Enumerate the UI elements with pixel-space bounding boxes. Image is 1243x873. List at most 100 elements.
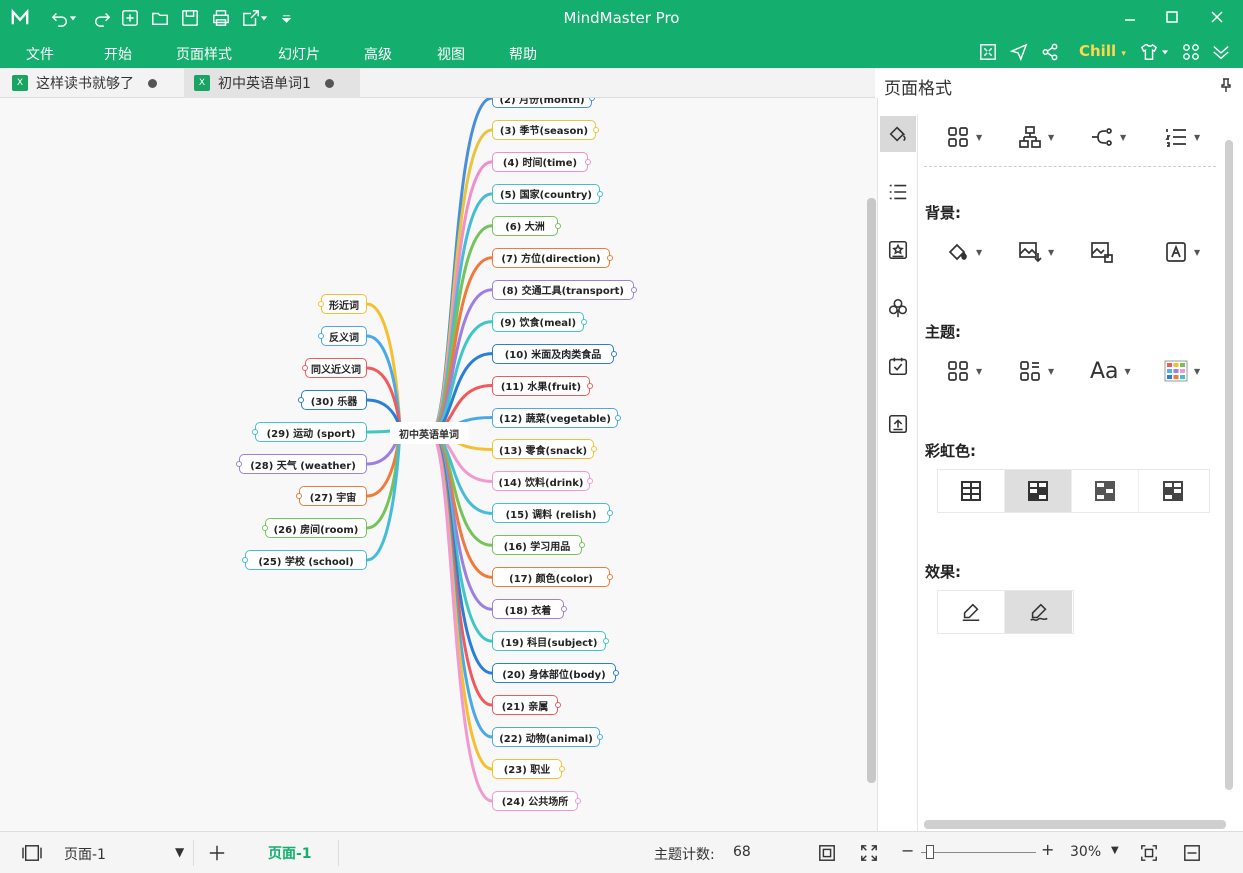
- collapse-knob-icon[interactable]: [587, 382, 593, 389]
- customize-toolbar-icon[interactable]: [280, 8, 292, 28]
- rainbow-option-2[interactable]: [1005, 470, 1072, 512]
- collapse-knob-icon[interactable]: [581, 318, 587, 325]
- zoom-slider[interactable]: [921, 852, 1036, 853]
- theme-clover-icon[interactable]: [880, 290, 916, 326]
- topic-node[interactable]: (29) 运动 (sport): [252, 422, 367, 442]
- maximize-button[interactable]: [1160, 6, 1184, 28]
- collapse-knob-icon[interactable]: [607, 254, 613, 261]
- topic-node[interactable]: 形近词: [318, 294, 367, 314]
- rainbow-option-1[interactable]: [938, 470, 1005, 512]
- mindmap-canvas[interactable]: (2) 月份(month) (3) 季节(season) (4) 时间(time) (…: [0, 98, 878, 831]
- numbering-button[interactable]: ▼: [1164, 122, 1208, 152]
- page-select[interactable]: 页面-1: [64, 844, 106, 864]
- export-upload-icon[interactable]: [880, 406, 916, 442]
- collapse-knob-icon[interactable]: [555, 702, 561, 709]
- menu-help[interactable]: 帮助: [509, 44, 537, 64]
- theme-layout-button[interactable]: ▼: [946, 356, 990, 386]
- collapse-knob-icon[interactable]: [252, 429, 258, 435]
- topic-node[interactable]: (2) 月份(month): [492, 98, 595, 108]
- close-button[interactable]: [1205, 6, 1229, 28]
- send-icon[interactable]: [1008, 41, 1030, 63]
- fullscreen-icon[interactable]: [977, 41, 999, 63]
- collapse-knob-icon[interactable]: [559, 765, 565, 772]
- new-file-icon[interactable]: [120, 8, 140, 28]
- collapse-knob-icon[interactable]: [597, 734, 603, 740]
- tab-doc-1[interactable]: X 这样读书就够了: [10, 68, 182, 98]
- unsaved-dot-icon[interactable]: [324, 78, 334, 88]
- panel-horizontal-scrollbar[interactable]: [924, 820, 1226, 829]
- task-calendar-icon[interactable]: [880, 348, 916, 384]
- remove-background-button[interactable]: [1090, 237, 1134, 267]
- topic-node[interactable]: (5) 国家(country): [492, 183, 603, 204]
- topic-node[interactable]: (7) 方位(direction): [492, 247, 613, 268]
- topic-node[interactable]: (20) 身体部位(body): [492, 663, 619, 684]
- collapse-knob-icon[interactable]: [597, 190, 603, 197]
- tshirt-dropdown-icon[interactable]: [1160, 41, 1170, 63]
- topic-node[interactable]: (6) 大洲: [492, 215, 561, 236]
- topic-node[interactable]: (9) 饮食(meal): [492, 311, 587, 332]
- zoom-in-button[interactable]: +: [1041, 840, 1054, 859]
- pin-icon[interactable]: [1220, 78, 1232, 92]
- topic-node[interactable]: (10) 米面及肉类食品: [492, 343, 617, 364]
- topic-node[interactable]: (25) 学校 (school): [242, 550, 367, 570]
- watermark-button[interactable]: ▼: [1164, 237, 1208, 267]
- rainbow-option-4[interactable]: [1139, 470, 1206, 512]
- collapse-knob-icon[interactable]: [262, 525, 268, 531]
- collapse-knob-icon[interactable]: [296, 493, 302, 499]
- fullscreen-view-icon[interactable]: [858, 842, 880, 864]
- collapse-knob-icon[interactable]: [302, 365, 308, 371]
- undo-icon[interactable]: [50, 8, 70, 28]
- root-topic[interactable]: 初中英语单词: [390, 422, 468, 444]
- clipart-icon[interactable]: [880, 232, 916, 268]
- topic-node[interactable]: (3) 季节(season): [492, 119, 599, 140]
- topic-node[interactable]: (8) 交通工具(transport): [492, 279, 637, 300]
- topic-node[interactable]: (28) 天气 (weather): [236, 454, 367, 474]
- collapse-knob-icon[interactable]: [631, 286, 637, 293]
- panel-vertical-scrollbar[interactable]: [1225, 140, 1233, 790]
- topic-node[interactable]: (12) 蔬菜(vegetable): [492, 407, 621, 428]
- tab-doc-2[interactable]: X 初中英语单词1: [184, 68, 360, 98]
- topic-node[interactable]: (30) 乐器: [298, 390, 367, 410]
- page-width-icon[interactable]: [1181, 842, 1203, 864]
- collapse-knob-icon[interactable]: [318, 301, 324, 307]
- page-format-tab-icon[interactable]: [880, 116, 916, 152]
- unsaved-dot-icon[interactable]: [148, 78, 157, 88]
- collapse-knob-icon[interactable]: [575, 797, 581, 804]
- topic-node[interactable]: (27) 宇宙: [296, 486, 367, 506]
- collapse-knob-icon[interactable]: [593, 126, 599, 133]
- collapse-knob-icon[interactable]: [585, 158, 591, 165]
- topic-node[interactable]: (14) 饮料(drink): [492, 471, 593, 492]
- menu-slides[interactable]: 幻灯片: [278, 44, 320, 64]
- topic-node[interactable]: (18) 衣着: [492, 599, 567, 620]
- collapse-knob-icon[interactable]: [611, 350, 617, 357]
- collapse-knob-icon[interactable]: [615, 414, 621, 421]
- menu-advanced[interactable]: 高级: [364, 44, 392, 64]
- collapse-knob-icon[interactable]: [555, 222, 561, 229]
- menu-start[interactable]: 开始: [104, 44, 132, 64]
- layout-grid-button[interactable]: ▼: [946, 122, 990, 152]
- org-structure-button[interactable]: ▼: [1018, 122, 1062, 152]
- page-tab-active[interactable]: 页面-1: [268, 843, 312, 863]
- export-icon[interactable]: [241, 8, 261, 28]
- minimize-button[interactable]: [1118, 6, 1142, 28]
- topic-node[interactable]: (23) 职业: [492, 758, 565, 779]
- menu-view[interactable]: 视图: [437, 44, 465, 64]
- export-dropdown-icon[interactable]: [259, 8, 269, 28]
- zoom-level[interactable]: 30%: [1070, 844, 1101, 860]
- page-select-dropdown-icon[interactable]: ▼: [175, 845, 184, 859]
- theme-font-button[interactable]: Aa ▼: [1090, 356, 1134, 386]
- topic-node[interactable]: (16) 学习用品: [492, 535, 585, 556]
- apps-icon[interactable]: [1180, 41, 1202, 63]
- open-folder-icon[interactable]: [150, 8, 170, 28]
- rainbow-option-3[interactable]: [1072, 470, 1139, 512]
- topic-node[interactable]: (19) 科目(subject): [492, 631, 609, 652]
- tshirt-icon[interactable]: [1138, 41, 1160, 63]
- connector-style-button[interactable]: ▼: [1090, 122, 1134, 152]
- zoom-dropdown-icon[interactable]: ▼: [1111, 845, 1119, 856]
- topic-node[interactable]: (22) 动物(animal): [492, 727, 603, 747]
- topic-node[interactable]: 反义词: [318, 326, 367, 346]
- share-icon[interactable]: [1039, 41, 1061, 63]
- effect-option-plain[interactable]: [938, 591, 1005, 633]
- collapse-knob-icon[interactable]: [236, 461, 242, 467]
- menu-file[interactable]: 文件: [26, 44, 54, 64]
